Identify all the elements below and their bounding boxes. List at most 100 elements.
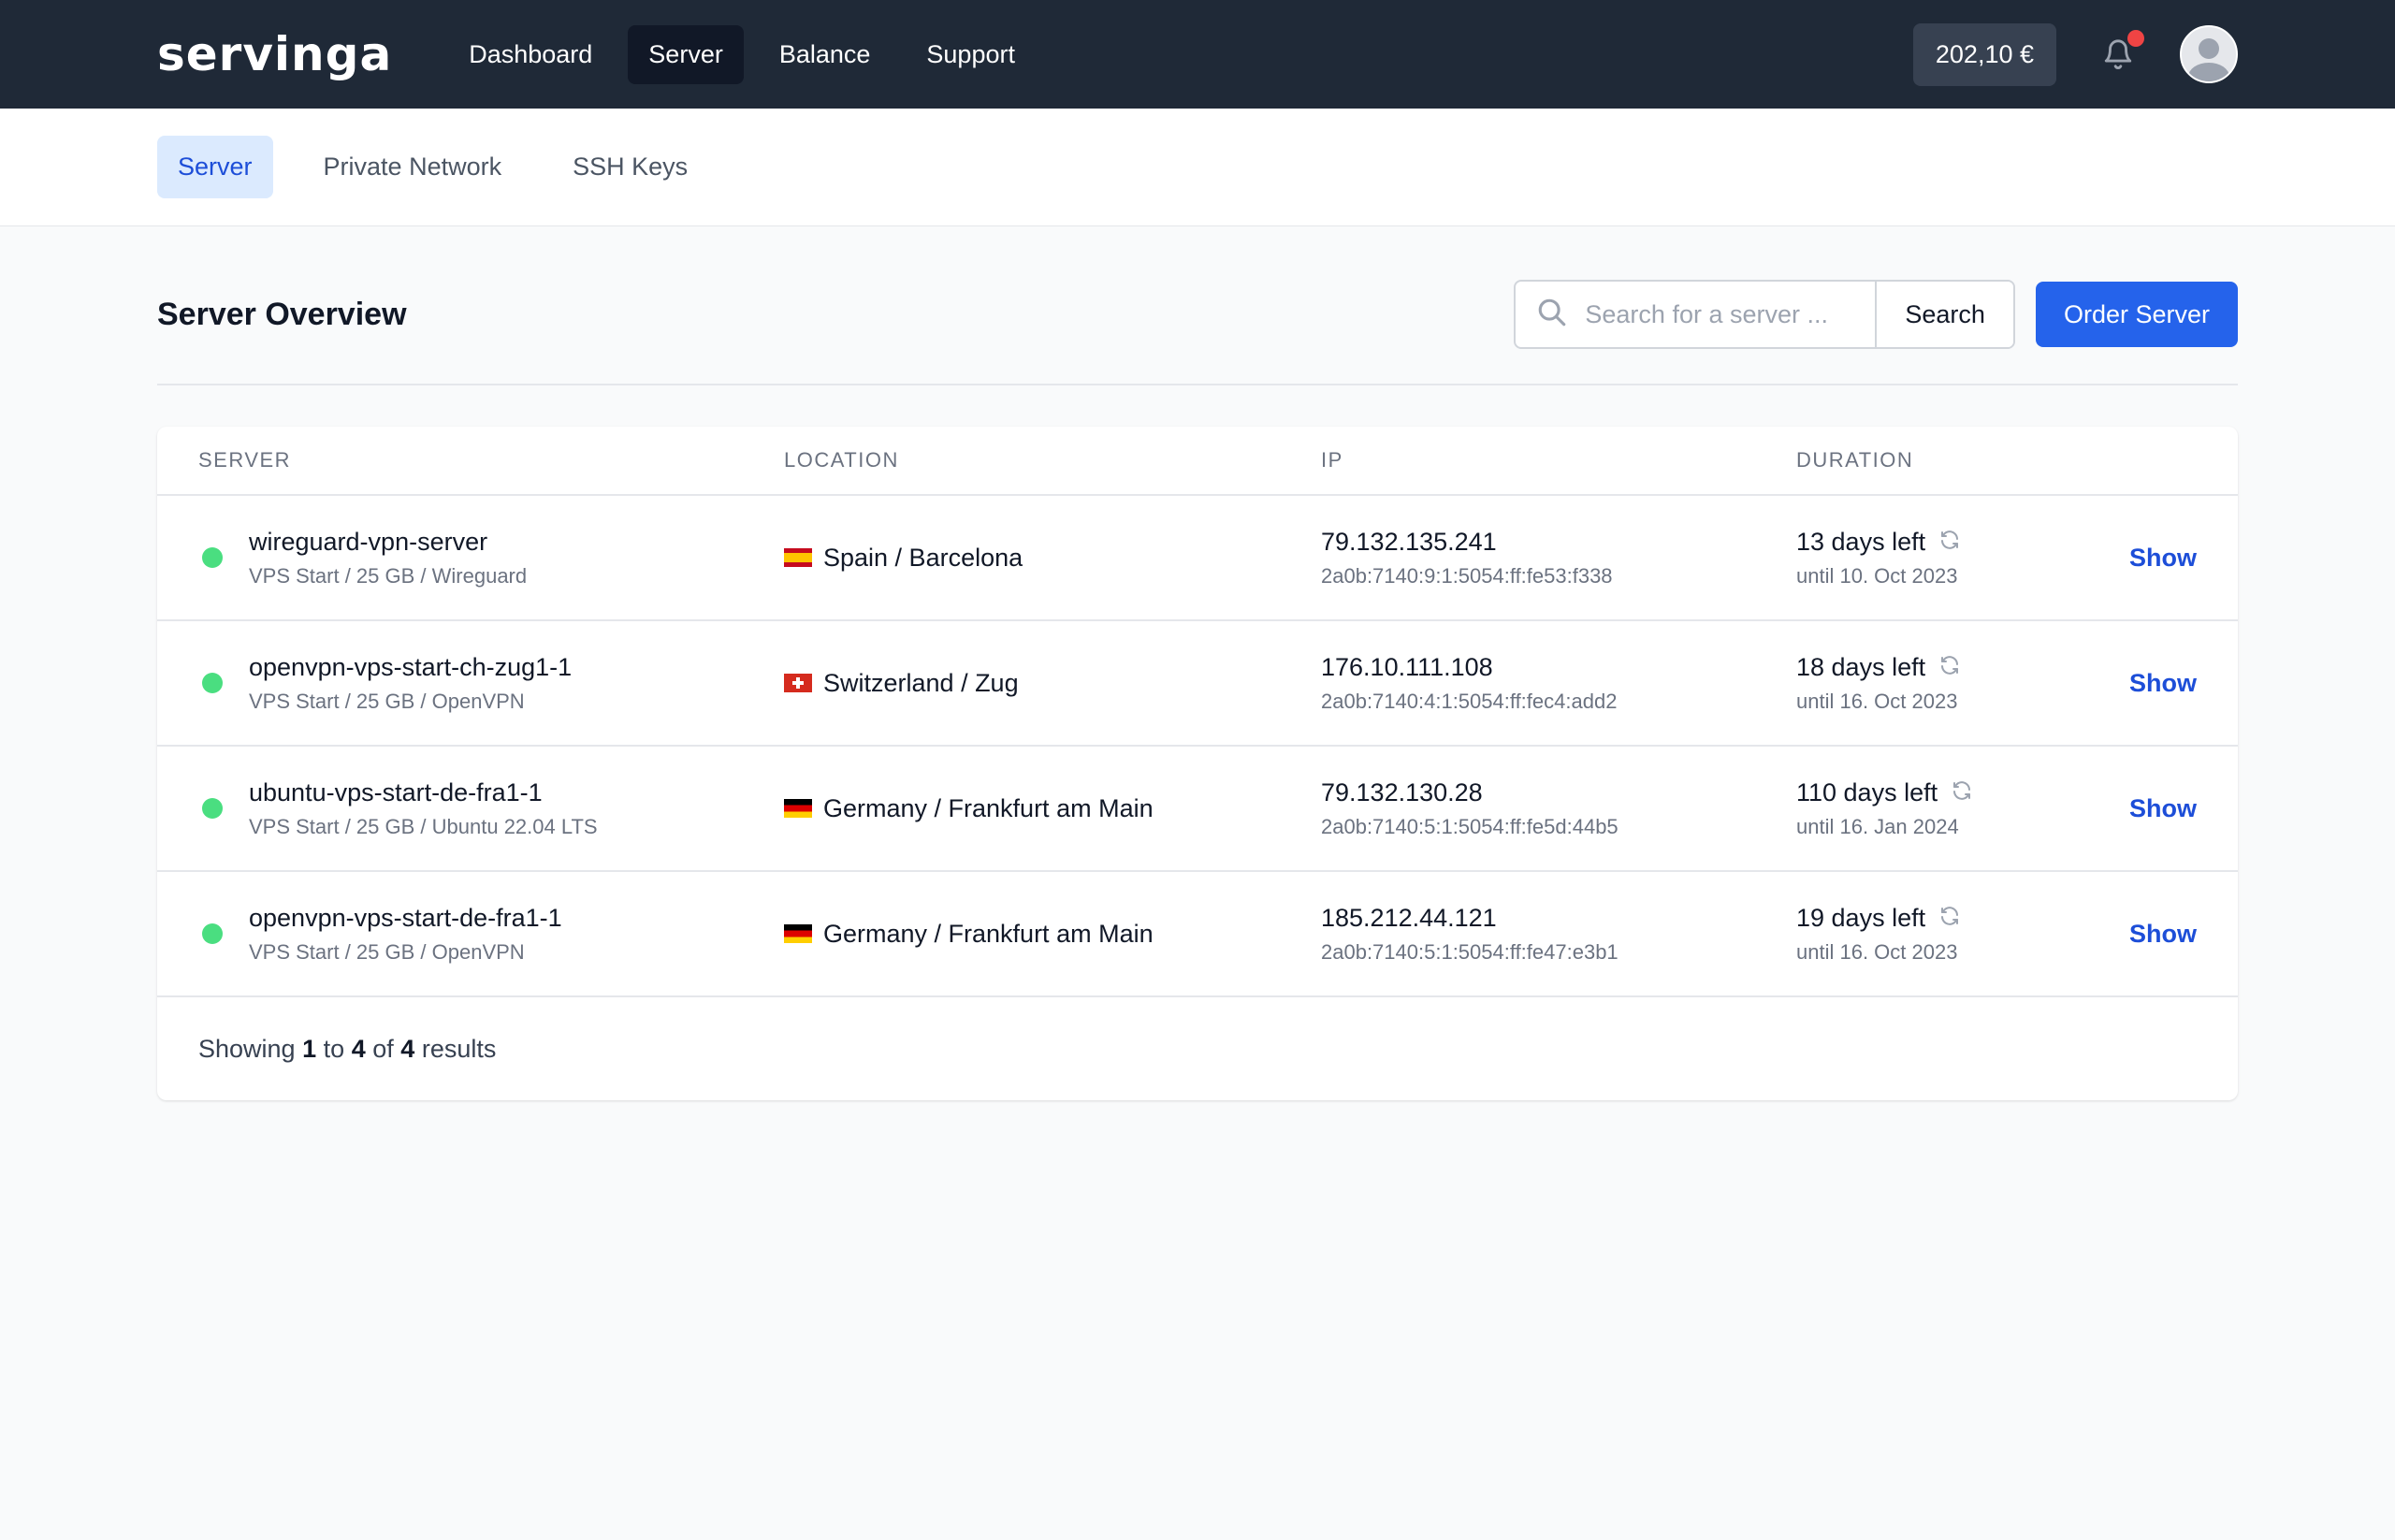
column-header-duration: DURATION xyxy=(1796,448,1914,472)
table-row: openvpn-vps-start-de-fra1-1 VPS Start / … xyxy=(157,872,2238,997)
search-button[interactable]: Search xyxy=(1875,282,2013,347)
server-plan: VPS Start / 25 GB / OpenVPN xyxy=(249,939,525,964)
duration-left: 13 days left xyxy=(1796,527,1926,556)
ip-cell: 79.132.135.241 2a0b:7140:9:1:5054:ff:fe5… xyxy=(1321,528,1796,588)
bell-icon[interactable] xyxy=(2099,30,2144,73)
location-cell: Switzerland / Zug xyxy=(784,669,1321,698)
ip-cell: 176.10.111.108 2a0b:7140:4:1:5054:ff:fec… xyxy=(1321,653,1796,714)
location-text: Spain / Barcelona xyxy=(823,543,1023,572)
ipv6-address: 2a0b:7140:9:1:5054:ff:fe53:f338 xyxy=(1321,563,1613,588)
search-input[interactable] xyxy=(1583,298,1850,330)
column-header-server: SERVER xyxy=(198,448,292,472)
server-name: openvpn-vps-start-ch-zug1-1 xyxy=(249,652,573,681)
status-online-icon xyxy=(202,798,223,819)
server-cell: wireguard-vpn-server VPS Start / 25 GB /… xyxy=(198,528,784,588)
overview-actions: Search Order Server xyxy=(1514,280,2238,349)
server-name: wireguard-vpn-server xyxy=(249,527,488,556)
show-link[interactable]: Show xyxy=(2129,544,2197,573)
balance-badge[interactable]: 202,10 € xyxy=(1912,22,2056,86)
duration-until: until 16. Oct 2023 xyxy=(1796,689,1958,713)
renew-icon xyxy=(1951,779,1973,806)
germany-flag-icon xyxy=(784,799,812,818)
search-group: Search xyxy=(1514,280,2015,349)
location-text: Switzerland / Zug xyxy=(823,668,1019,697)
main-content: Server Overview Search Order Server S xyxy=(0,245,2395,1100)
nav-support[interactable]: Support xyxy=(906,25,1036,84)
spain-flag-icon xyxy=(784,548,812,567)
overview-header: Server Overview Search Order Server xyxy=(157,245,2238,385)
location-text: Germany / Frankfurt am Main xyxy=(823,919,1154,948)
server-name: ubuntu-vps-start-de-fra1-1 xyxy=(249,777,543,806)
results-suffix: results xyxy=(421,1034,497,1063)
search-icon xyxy=(1536,297,1568,333)
ip-cell: 79.132.130.28 2a0b:7140:5:1:5054:ff:fe5d… xyxy=(1321,778,1796,839)
results-to-word: to xyxy=(323,1034,345,1063)
results-of-word: of xyxy=(372,1034,394,1063)
tab-server[interactable]: Server xyxy=(157,136,273,198)
status-online-icon xyxy=(202,673,223,693)
location-cell: Germany / Frankfurt am Main xyxy=(784,794,1321,823)
page-title: Server Overview xyxy=(157,296,407,332)
ip-cell: 185.212.44.121 2a0b:7140:5:1:5054:ff:fe4… xyxy=(1321,904,1796,965)
results-from: 1 xyxy=(302,1034,317,1063)
ipv4-address: 176.10.111.108 xyxy=(1321,652,1493,681)
ipv4-address: 79.132.135.241 xyxy=(1321,527,1497,556)
duration-left: 19 days left xyxy=(1796,903,1926,932)
germany-flag-icon xyxy=(784,924,812,943)
table-row: ubuntu-vps-start-de-fra1-1 VPS Start / 2… xyxy=(157,747,2238,872)
renew-icon xyxy=(1938,529,1961,556)
top-right-actions: 202,10 € xyxy=(1912,22,2238,86)
server-cell: ubuntu-vps-start-de-fra1-1 VPS Start / 2… xyxy=(198,778,784,839)
duration-until: until 16. Jan 2024 xyxy=(1796,814,1959,838)
tab-private-network[interactable]: Private Network xyxy=(303,136,523,198)
status-online-icon xyxy=(202,923,223,944)
top-navbar: servinga Dashboard Server Balance Suppor… xyxy=(0,0,2395,109)
show-link[interactable]: Show xyxy=(2129,920,2197,949)
column-header-ip: IP xyxy=(1321,448,1343,472)
server-plan: VPS Start / 25 GB / OpenVPN xyxy=(249,689,525,713)
duration-cell: 18 days left until 16. Oct 2023 Show xyxy=(1796,653,2197,714)
order-server-button[interactable]: Order Server xyxy=(2035,282,2238,347)
tab-ssh-keys[interactable]: SSH Keys xyxy=(552,136,708,198)
show-link[interactable]: Show xyxy=(2129,794,2197,823)
sub-navigation: Server Private Network SSH Keys xyxy=(0,109,2395,226)
pagination-summary: Showing 1 to 4 of 4 results xyxy=(157,997,2238,1100)
table-header: SERVER LOCATION IP DURATION xyxy=(157,427,2238,496)
user-body-icon xyxy=(2188,63,2229,81)
location-cell: Germany / Frankfurt am Main xyxy=(784,920,1321,949)
ipv6-address: 2a0b:7140:5:1:5054:ff:fe5d:44b5 xyxy=(1321,814,1618,838)
ipv6-address: 2a0b:7140:4:1:5054:ff:fec4:add2 xyxy=(1321,689,1618,713)
show-link[interactable]: Show xyxy=(2129,669,2197,698)
duration-cell: 13 days left until 10. Oct 2023 Show xyxy=(1796,528,2197,588)
duration-left: 18 days left xyxy=(1796,652,1926,681)
duration-until: until 10. Oct 2023 xyxy=(1796,563,1958,588)
table-row: wireguard-vpn-server VPS Start / 25 GB /… xyxy=(157,496,2238,621)
server-table: SERVER LOCATION IP DURATION wireguard-vp… xyxy=(157,427,2238,1100)
duration-cell: 110 days left until 16. Jan 2024 Show xyxy=(1796,778,2197,839)
table-row: openvpn-vps-start-ch-zug1-1 VPS Start / … xyxy=(157,621,2238,747)
nav-server[interactable]: Server xyxy=(628,24,744,84)
main-nav: Dashboard Server Balance Support xyxy=(448,24,1036,84)
ipv4-address: 79.132.130.28 xyxy=(1321,777,1483,806)
avatar[interactable] xyxy=(2180,25,2238,83)
results-prefix: Showing xyxy=(198,1034,296,1063)
results-total: 4 xyxy=(400,1034,415,1063)
renew-icon xyxy=(1938,905,1961,932)
duration-until: until 16. Oct 2023 xyxy=(1796,939,1958,964)
nav-balance[interactable]: Balance xyxy=(759,25,892,84)
location-cell: Spain / Barcelona xyxy=(784,544,1321,573)
location-text: Germany / Frankfurt am Main xyxy=(823,793,1154,822)
duration-left: 110 days left xyxy=(1796,777,1938,806)
logo[interactable]: servinga xyxy=(157,27,392,81)
status-online-icon xyxy=(202,547,223,568)
notification-dot xyxy=(2127,30,2144,47)
server-plan: VPS Start / 25 GB / Wireguard xyxy=(249,563,528,588)
server-cell: openvpn-vps-start-ch-zug1-1 VPS Start / … xyxy=(198,653,784,714)
user-head-icon xyxy=(2199,38,2219,59)
duration-cell: 19 days left until 16. Oct 2023 Show xyxy=(1796,904,2197,965)
server-name: openvpn-vps-start-de-fra1-1 xyxy=(249,903,562,932)
switzerland-flag-icon xyxy=(784,674,812,692)
nav-dashboard[interactable]: Dashboard xyxy=(448,25,613,84)
server-cell: openvpn-vps-start-de-fra1-1 VPS Start / … xyxy=(198,904,784,965)
ipv6-address: 2a0b:7140:5:1:5054:ff:fe47:e3b1 xyxy=(1321,939,1618,964)
